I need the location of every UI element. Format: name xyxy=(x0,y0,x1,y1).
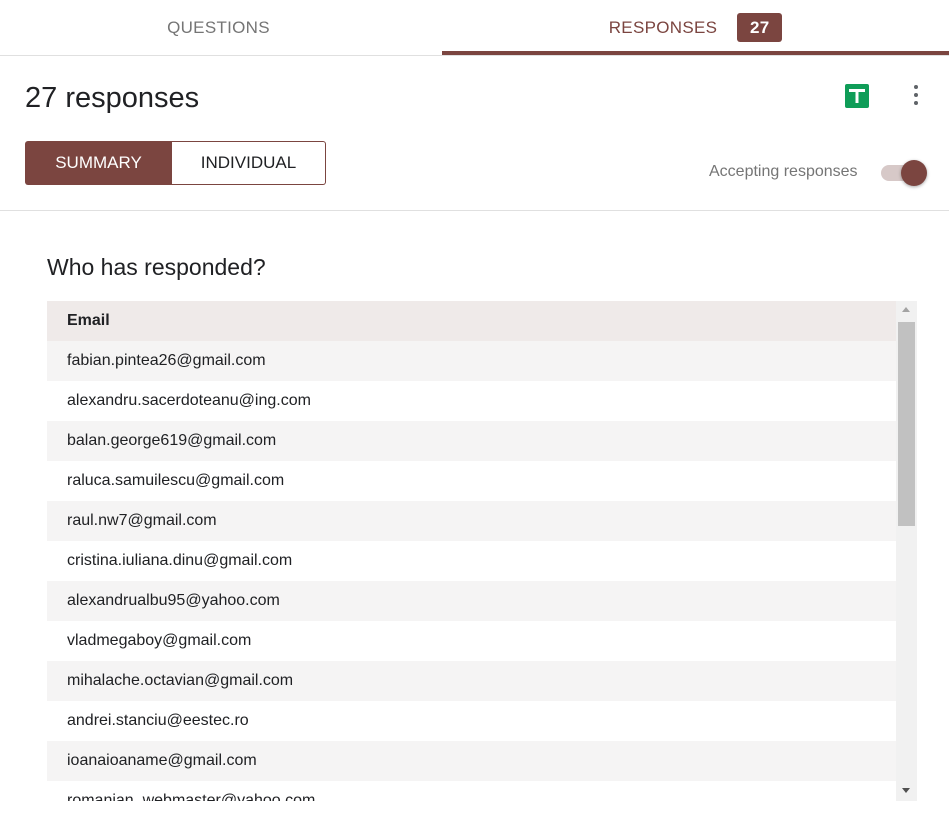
active-tab-indicator xyxy=(442,51,949,55)
tab-questions-label: QUESTIONS xyxy=(167,17,270,37)
table-row: alexandru.sacerdoteanu@ing.com xyxy=(47,381,896,421)
scroll-up-arrow-icon[interactable] xyxy=(902,307,910,312)
responses-count-badge: 27 xyxy=(737,13,783,42)
table-row: romanian_webmaster@yahoo.com xyxy=(47,781,896,801)
table-row: balan.george619@gmail.com xyxy=(47,421,896,461)
more-dot xyxy=(914,101,918,105)
summary-button[interactable]: SUMMARY xyxy=(25,141,172,185)
more-vertical-icon[interactable] xyxy=(904,82,928,108)
individual-button[interactable]: INDIVIDUAL xyxy=(172,141,326,185)
tab-questions[interactable]: QUESTIONS xyxy=(0,0,437,55)
table-row: andrei.stanciu@eestec.ro xyxy=(47,701,896,741)
respondents-table-body: Email fabian.pintea26@gmail.com alexandru… xyxy=(47,301,896,801)
more-dot xyxy=(914,93,918,97)
respondents-section-title: Who has responded? xyxy=(47,254,266,280)
accepting-responses-label: Accepting responses xyxy=(709,163,858,180)
scrollbar-thumb[interactable] xyxy=(898,322,915,526)
tab-responses[interactable]: RESPONSES 27 xyxy=(442,0,949,55)
table-row: cristina.iuliana.dinu@gmail.com xyxy=(47,541,896,581)
table-row: vladmegaboy@gmail.com xyxy=(47,621,896,661)
respondents-table: Email fabian.pintea26@gmail.com alexandru… xyxy=(47,301,917,801)
table-scrollbar[interactable] xyxy=(896,301,917,801)
more-dot xyxy=(914,85,918,89)
table-row: fabian.pintea26@gmail.com xyxy=(47,341,896,381)
tab-responses-label: RESPONSES xyxy=(608,17,718,37)
google-sheets-icon[interactable] xyxy=(845,84,869,108)
table-row: ioanaioaname@gmail.com xyxy=(47,741,896,781)
table-row: raul.nw7@gmail.com xyxy=(47,501,896,541)
responses-header: 27 responses SUMMARY INDIVIDUAL Acceptin… xyxy=(0,56,949,211)
accepting-responses-toggle[interactable] xyxy=(880,159,928,186)
table-row: alexandrualbu95@yahoo.com xyxy=(47,581,896,621)
table-row: raluca.samuilescu@gmail.com xyxy=(47,461,896,501)
view-toggle: SUMMARY INDIVIDUAL xyxy=(25,141,326,185)
page-title: 27 responses xyxy=(25,82,200,114)
top-tab-bar: QUESTIONS RESPONSES 27 xyxy=(0,0,949,56)
toggle-thumb xyxy=(901,160,927,186)
table-header-email: Email xyxy=(47,301,896,341)
table-row: mihalache.octavian@gmail.com xyxy=(47,661,896,701)
scroll-down-arrow-icon[interactable] xyxy=(902,788,910,793)
